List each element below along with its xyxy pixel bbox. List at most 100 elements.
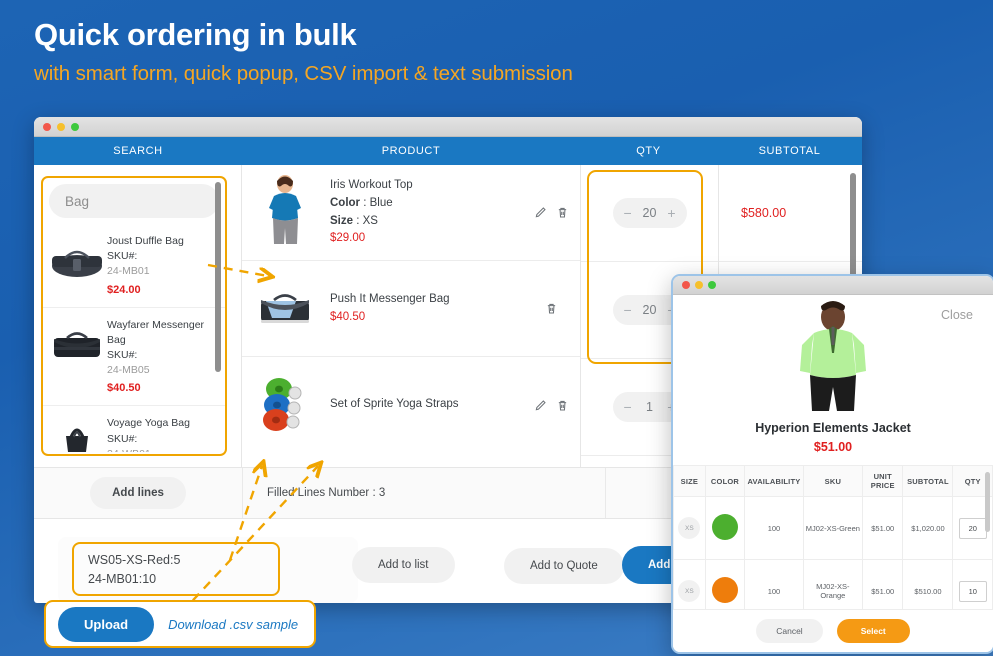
product-image-push-it-messenger-bag	[252, 269, 318, 349]
qty-value[interactable]: 1	[646, 400, 653, 414]
list-item[interactable]: Joust Duffle Bag SKU#: 24-MB01 $24.00	[43, 224, 225, 308]
size-cell: XS	[673, 496, 706, 560]
option-value-size: XS	[362, 214, 378, 227]
delete-icon[interactable]	[556, 399, 569, 412]
product-price: $24.00	[107, 283, 141, 296]
option-label-size: Size	[330, 214, 354, 227]
upload-highlight-box: Upload Download .csv sample	[44, 600, 316, 648]
row-actions	[522, 302, 580, 315]
sku-label: SKU#:	[107, 349, 138, 362]
add-lines-button[interactable]: Add lines	[90, 477, 186, 509]
qty-value[interactable]: 20	[643, 206, 657, 220]
add-lines-cell: Add lines	[34, 477, 242, 509]
unit-price-line1: UNIT	[873, 472, 892, 481]
csv-text-input[interactable]: WS05-XS-Red:5 24-MB01:10	[72, 542, 280, 596]
product-image-sprite-yoga-straps	[252, 365, 318, 445]
page-subtitle: with smart form, quick popup, CSV import…	[34, 61, 573, 85]
product-thumbnail-duffle-bag	[47, 232, 107, 288]
sku-value: 24-MB05	[107, 364, 150, 377]
option-value-color: Blue	[369, 196, 393, 209]
column-header-subtotal: SUBTOTAL	[758, 145, 821, 157]
popup-product-price: $51.00	[813, 440, 853, 454]
product-details: Set of Sprite Yoga Straps	[318, 396, 522, 414]
popup-product-name: Hyperion Elements Jacket	[755, 421, 911, 435]
add-to-list-button[interactable]: Add to list	[352, 547, 455, 583]
color-swatch-orange[interactable]	[711, 577, 738, 603]
sku-value: 24-WB01	[107, 447, 190, 452]
size-badge[interactable]: XS	[678, 580, 701, 602]
sku-cell: MJ02-XS-Green	[802, 496, 863, 560]
search-results-list[interactable]: Joust Duffle Bag SKU#: 24-MB01 $24.00 Wa…	[43, 224, 225, 452]
minimize-window-dot-icon[interactable]	[695, 281, 703, 289]
product-name: Push It Messenger Bag	[330, 292, 450, 305]
product-option-size: Size : XS	[330, 214, 378, 227]
product-name: Wayfarer Messenger Bag	[107, 318, 205, 346]
filled-lines-status: Filled Lines Number : 3	[242, 468, 605, 518]
row-actions	[522, 206, 580, 219]
popup-footer: Cancel Select	[673, 609, 993, 652]
decrement-icon[interactable]: −	[624, 302, 632, 318]
list-item-text: Wayfarer Messenger Bag SKU#: 24-MB05 $40…	[107, 316, 219, 398]
decrement-icon[interactable]: −	[624, 205, 632, 221]
edit-icon[interactable]	[534, 399, 547, 412]
search-column: Bag Joust Duffle Bag SKU#: 24-MB01 $24.0…	[34, 165, 242, 467]
column-header-sku: SKU	[802, 465, 863, 497]
qty-value[interactable]: 20	[643, 303, 657, 317]
popup-table-scrollbar[interactable]	[985, 472, 990, 532]
page-title: Quick ordering in bulk	[34, 17, 357, 52]
color-swatch-green[interactable]	[711, 514, 738, 540]
search-input[interactable]: Bag	[49, 184, 219, 218]
qty-cell: − 20 +	[581, 165, 718, 262]
table-row: Set of Sprite Yoga Straps	[242, 357, 580, 453]
product-details: Push It Messenger Bag $40.50	[318, 291, 522, 327]
table-row: XS 100 MJ02-XS-Green $51.00 $1,020.00 20	[673, 496, 993, 560]
option-label-color: Color	[330, 196, 361, 209]
product-thumbnail-yoga-bag	[47, 414, 107, 452]
cancel-button[interactable]: Cancel	[756, 619, 823, 643]
sku-label: SKU#:	[107, 250, 138, 263]
options-table-header-row: SIZE COLOR AVAILABILITY SKU UNIT PRICE S…	[673, 465, 993, 497]
popup-close-link[interactable]: Close	[941, 308, 973, 322]
maximize-window-dot-icon[interactable]	[71, 122, 79, 131]
column-header-size: SIZE	[673, 465, 706, 497]
size-badge[interactable]: XS	[678, 517, 701, 539]
banner: Quick ordering in bulk with smart form, …	[34, 16, 934, 87]
list-item[interactable]: Voyage Yoga Bag SKU#: 24-WB01	[43, 406, 225, 452]
column-header-qty: QTY	[636, 145, 661, 157]
quantity-stepper[interactable]: − 20 +	[612, 198, 687, 228]
product-thumbnail-messenger-bag	[47, 316, 107, 372]
edit-icon[interactable]	[534, 206, 547, 219]
unit-price-cell: $51.00	[861, 496, 904, 560]
maximize-window-dot-icon[interactable]	[708, 281, 716, 289]
table-row: Iris Workout Top Color : Blue Size : XS …	[242, 165, 580, 261]
add-to-quote-button[interactable]: Add to Quote	[504, 548, 624, 584]
delete-icon[interactable]	[545, 302, 558, 315]
product-name: Set of Sprite Yoga Straps	[330, 398, 459, 411]
list-item[interactable]: Wayfarer Messenger Bag SKU#: 24-MB05 $40…	[43, 308, 225, 407]
sku-value: 24-MB01	[107, 265, 150, 278]
download-csv-sample-link[interactable]: Download .csv sample	[168, 617, 298, 632]
delete-icon[interactable]	[556, 206, 569, 219]
qty-input[interactable]: 10	[958, 580, 987, 602]
select-button[interactable]: Select	[836, 619, 910, 643]
column-header-subtotal: SUBTOTAL	[902, 465, 954, 497]
csv-text-panel: WS05-XS-Red:5 24-MB01:10	[58, 537, 358, 603]
increment-icon[interactable]: +	[667, 205, 675, 221]
minimize-window-dot-icon[interactable]	[57, 122, 65, 131]
decrement-icon[interactable]: −	[624, 399, 632, 415]
sku-label: SKU#:	[107, 432, 138, 445]
product-details: Iris Workout Top Color : Blue Size : XS …	[318, 177, 522, 248]
upload-button[interactable]: Upload	[58, 606, 155, 642]
close-window-dot-icon[interactable]	[682, 281, 690, 289]
column-header-product: PRODUCT	[381, 145, 441, 157]
qty-input[interactable]: 20	[958, 517, 987, 539]
product-name: Iris Workout Top	[330, 178, 413, 191]
list-item-text: Joust Duffle Bag SKU#: 24-MB01 $24.00	[107, 232, 184, 299]
product-name: Voyage Yoga Bag	[107, 417, 190, 430]
column-header-unit-price: UNIT PRICE	[861, 465, 904, 497]
unit-price-line2: PRICE	[870, 481, 895, 490]
close-window-dot-icon[interactable]	[43, 122, 51, 131]
table-row: Push It Messenger Bag $40.50	[242, 261, 580, 357]
product-price: $29.00	[330, 232, 366, 245]
search-results-scrollbar[interactable]	[215, 182, 221, 372]
